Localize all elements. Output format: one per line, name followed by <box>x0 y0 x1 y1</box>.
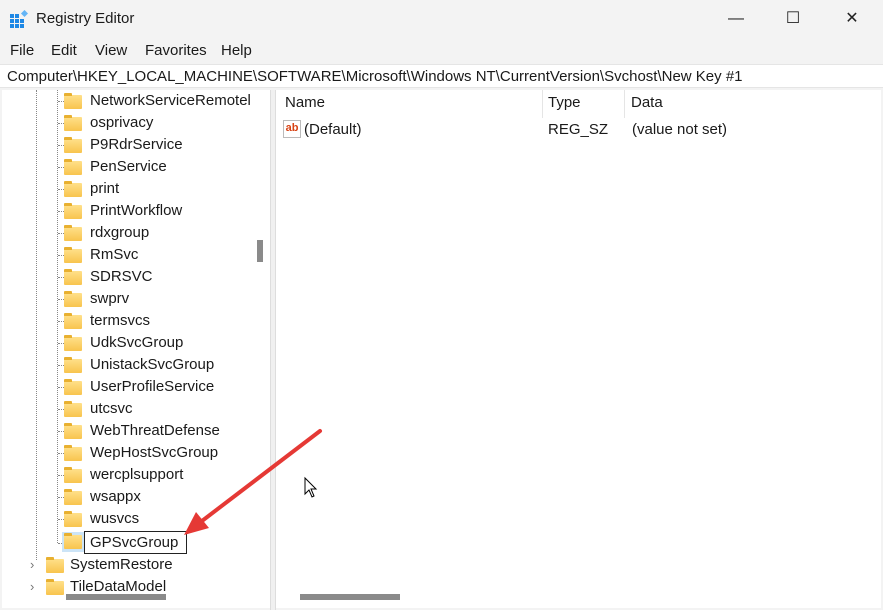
annotation-arrow <box>184 429 322 535</box>
mouse-cursor-icon <box>304 476 318 498</box>
